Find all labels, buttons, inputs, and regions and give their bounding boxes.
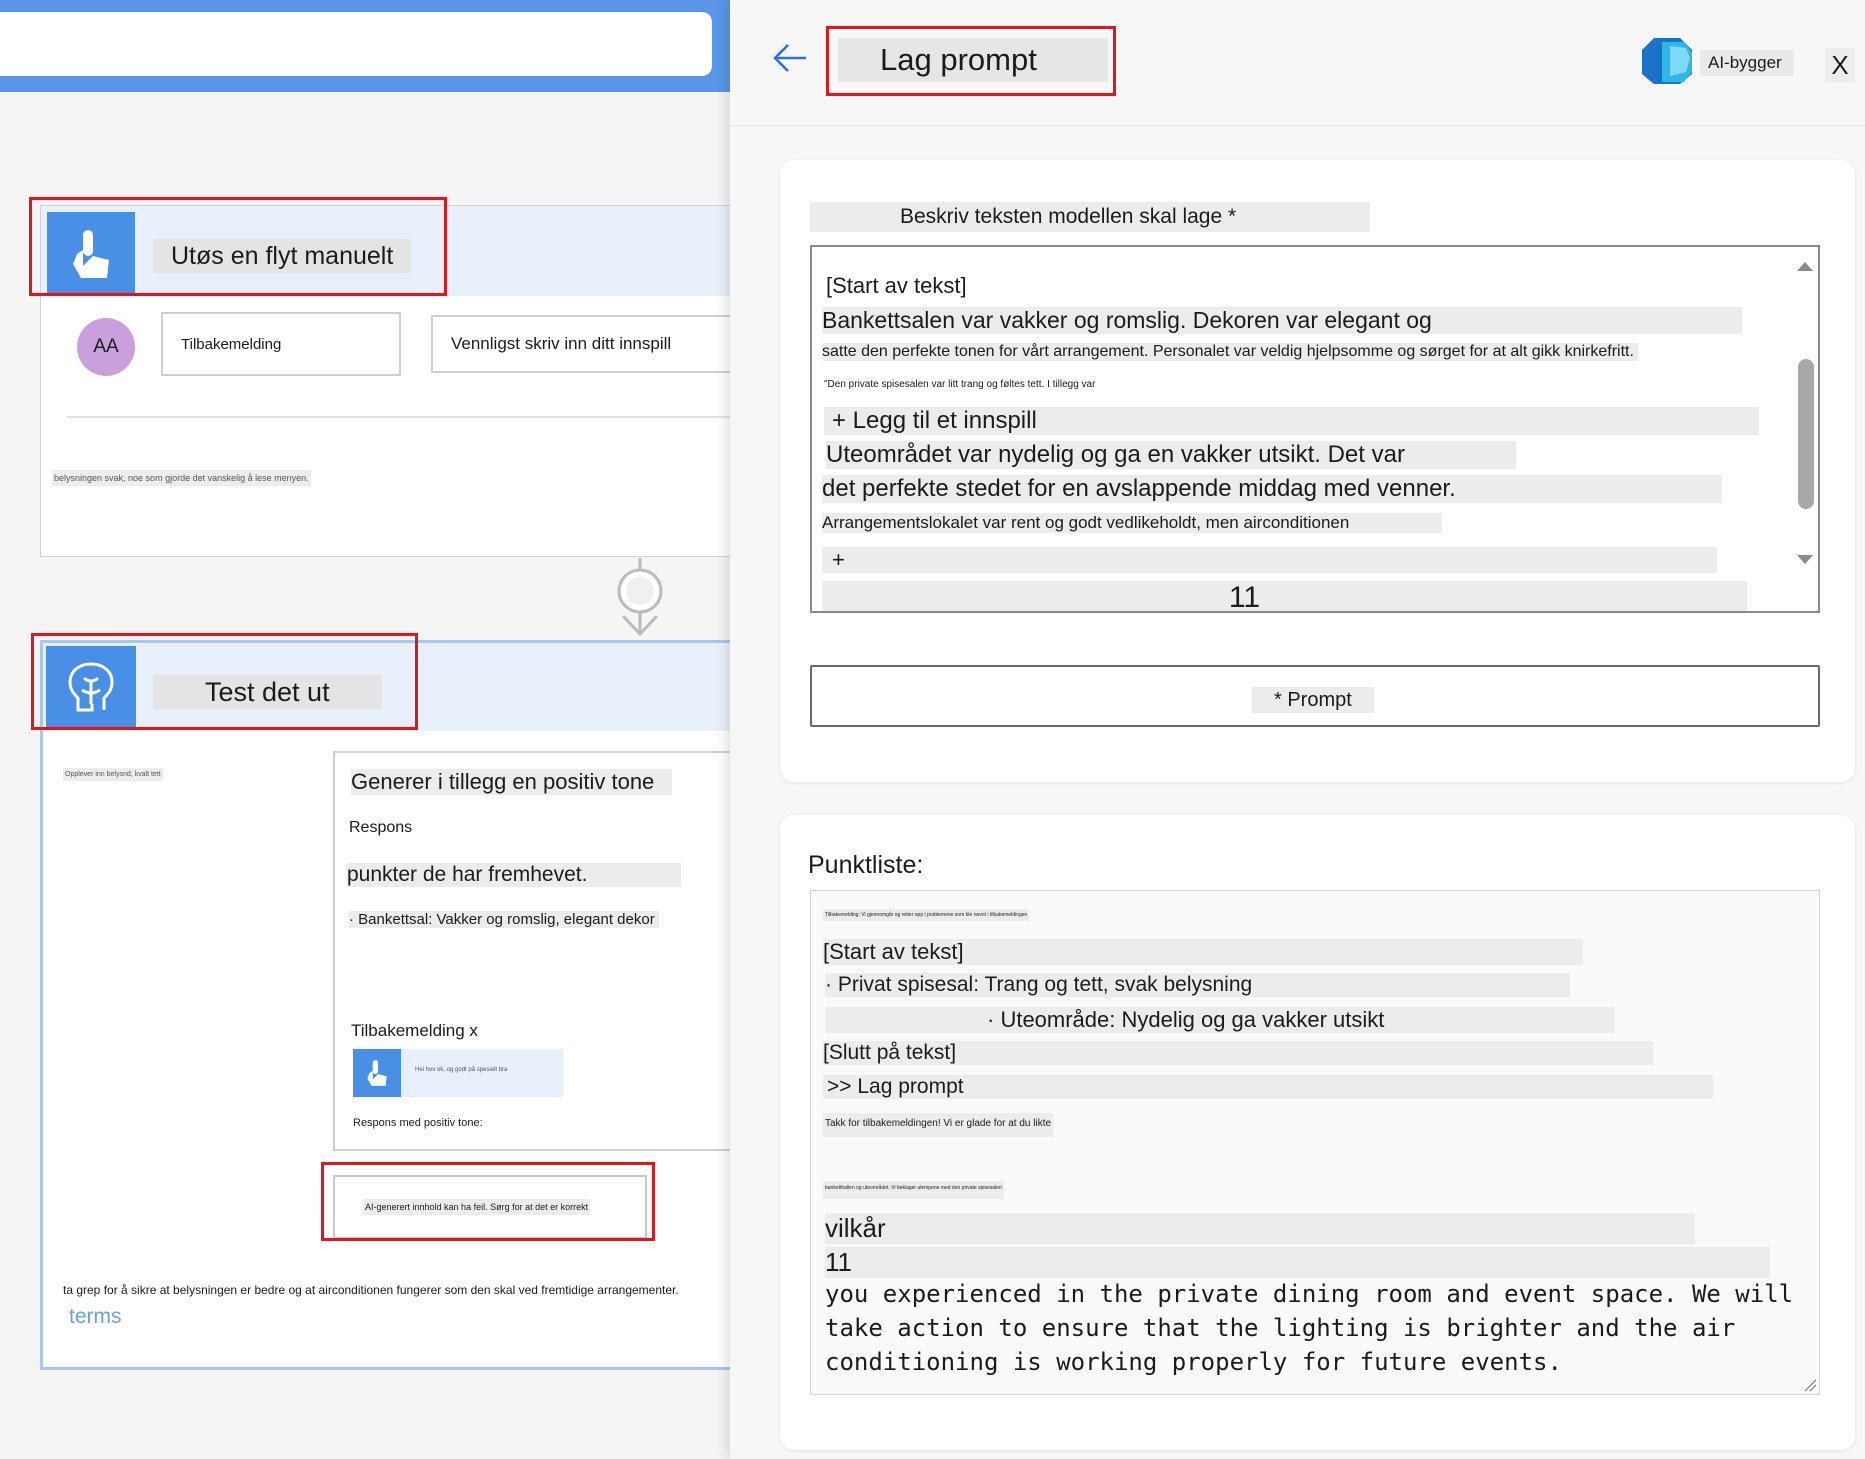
feedback-label: Tilbakemelding x <box>351 1021 478 1040</box>
feedback-label-field[interactable]: Tilbakemelding <box>161 312 401 376</box>
arrow-left-icon <box>773 44 806 72</box>
result-tiny-line: Tilbakemelding: Vi gjennomgår og retter … <box>823 909 1030 921</box>
back-button[interactable] <box>770 40 810 76</box>
inner-trigger-chip: Hei hov ok, og godt på spesielt bra <box>353 1049 563 1097</box>
points-text: punkter de har fremhevet. <box>347 863 682 887</box>
prompt-line: det perfekte stedet for en avslappende m… <box>822 475 1722 503</box>
prompt-line: satte den perfekte tonen for vårt arrang… <box>822 343 1638 361</box>
result-number: 11 <box>825 1247 1770 1278</box>
highlight-panel-title <box>826 26 1116 96</box>
canvas-toolbar <box>0 12 712 76</box>
touch-icon <box>367 1060 387 1086</box>
create-prompt-panel: Lag prompt AI-bygger X Beskriv teksten m… <box>730 0 1865 1459</box>
result-line: · Privat spisesal: Trang og tett, svak b… <box>825 973 1570 997</box>
prompt-button[interactable]: * Prompt <box>810 665 1820 727</box>
flow-canvas: Utøs en flyt manuelt AA Tilbakemelding V… <box>0 0 730 1459</box>
prompt-line: Uteområdet var nydelig og ga en vakker u… <box>826 441 1516 469</box>
canvas-top-band <box>0 0 730 92</box>
prompt-button-label: * Prompt <box>1252 687 1374 713</box>
add-input-plus[interactable]: + <box>822 547 1717 573</box>
panel-header: Lag prompt AI-bygger X <box>730 0 1865 126</box>
result-line: [Start av tekst] <box>823 939 1583 965</box>
result-tiny-line-2: banketthallen og uteområdet. Vi beklager… <box>823 1181 1004 1199</box>
result-textarea[interactable]: Tilbakemelding: Vi gjennomgår og retter … <box>810 890 1820 1395</box>
inner-touch-tile <box>353 1049 401 1097</box>
response-label: Respons <box>349 819 413 836</box>
highlight-ai-notice <box>321 1162 655 1241</box>
result-line: [Slutt på tekst] <box>823 1041 1653 1065</box>
highlight-action <box>31 633 418 730</box>
response-positive-label: Respons med positiv tone: <box>353 1117 483 1129</box>
action-left-snippet: Opplever inn belysnd, kvalt tett <box>63 768 163 781</box>
scroll-up-icon <box>1797 262 1813 271</box>
output-box: Generer i tillegg en positiv tone Respon… <box>333 751 730 1151</box>
prompt-line: [Start av tekst] <box>826 273 967 298</box>
result-vilkar: vilkår <box>825 1213 1695 1244</box>
result-thanks-line: Takk for tilbakemeldingen! Vi er glade f… <box>823 1113 1054 1137</box>
prompt-line: Bankettsalen var vakker og romslig. Deko… <box>822 307 1742 334</box>
prompt-line: 11 <box>822 581 1747 611</box>
ai-builder-label: AI-bygger <box>1700 50 1794 76</box>
result-line: >> Lag prompt <box>823 1075 1713 1099</box>
close-button[interactable]: X <box>1825 48 1855 82</box>
prompt-line: "Den private spisesalen var litt trang o… <box>824 379 1096 390</box>
prompt-line: Arrangementslokalet var rent og godt ved… <box>822 513 1442 533</box>
prompt-label: Beskriv teksten modellen skal lage * <box>810 202 1370 232</box>
result-card: Punktliste: Tilbakemelding: Vi gjennomgå… <box>780 815 1855 1450</box>
result-english-text: you experienced in the private dining ro… <box>825 1280 1794 1376</box>
resize-handle-icon[interactable] <box>1803 1378 1817 1392</box>
highlight-trigger <box>29 197 447 296</box>
inner-chip-text: Hei hov ok, og godt på spesielt bra <box>415 1067 508 1073</box>
flow-connector <box>615 558 665 638</box>
connector-arrow-icon <box>617 558 663 637</box>
action-card[interactable]: Test det ut Opplever inn belysnd, kvalt … <box>40 640 730 1370</box>
scroll-down-icon <box>1797 555 1813 564</box>
avatar: AA <box>77 318 135 376</box>
footer-text: ta grep for å sikre at belysningen er be… <box>63 1283 679 1297</box>
card-divider <box>67 416 730 418</box>
bullet-text: · Bankettsal: Vakker og romslig, elegant… <box>349 911 659 928</box>
prompt-scrollbar[interactable] <box>1792 247 1818 611</box>
prompt-textarea[interactable]: [Start av tekst] Bankettsalen var vakker… <box>810 245 1820 613</box>
trigger-snippet: belysningen svak, noe som gjorde det van… <box>52 470 311 486</box>
result-label: Punktliste: <box>808 851 924 879</box>
prompt-card: Beskriv teksten modellen skal lage * [St… <box>780 160 1855 782</box>
terms-link[interactable]: terms <box>69 1305 122 1329</box>
result-line: · Uteområde: Nydelig og ga vakker utsikt <box>825 1007 1615 1033</box>
feedback-input[interactable]: Vennligst skriv inn ditt innspill <box>431 315 730 373</box>
ai-builder-logo-icon <box>1642 38 1692 84</box>
output-heading: Generer i tillegg en positiv tone <box>351 769 673 795</box>
add-input-link[interactable]: + Legg til et innspill <box>824 407 1759 435</box>
scrollbar-thumb[interactable] <box>1798 359 1814 509</box>
